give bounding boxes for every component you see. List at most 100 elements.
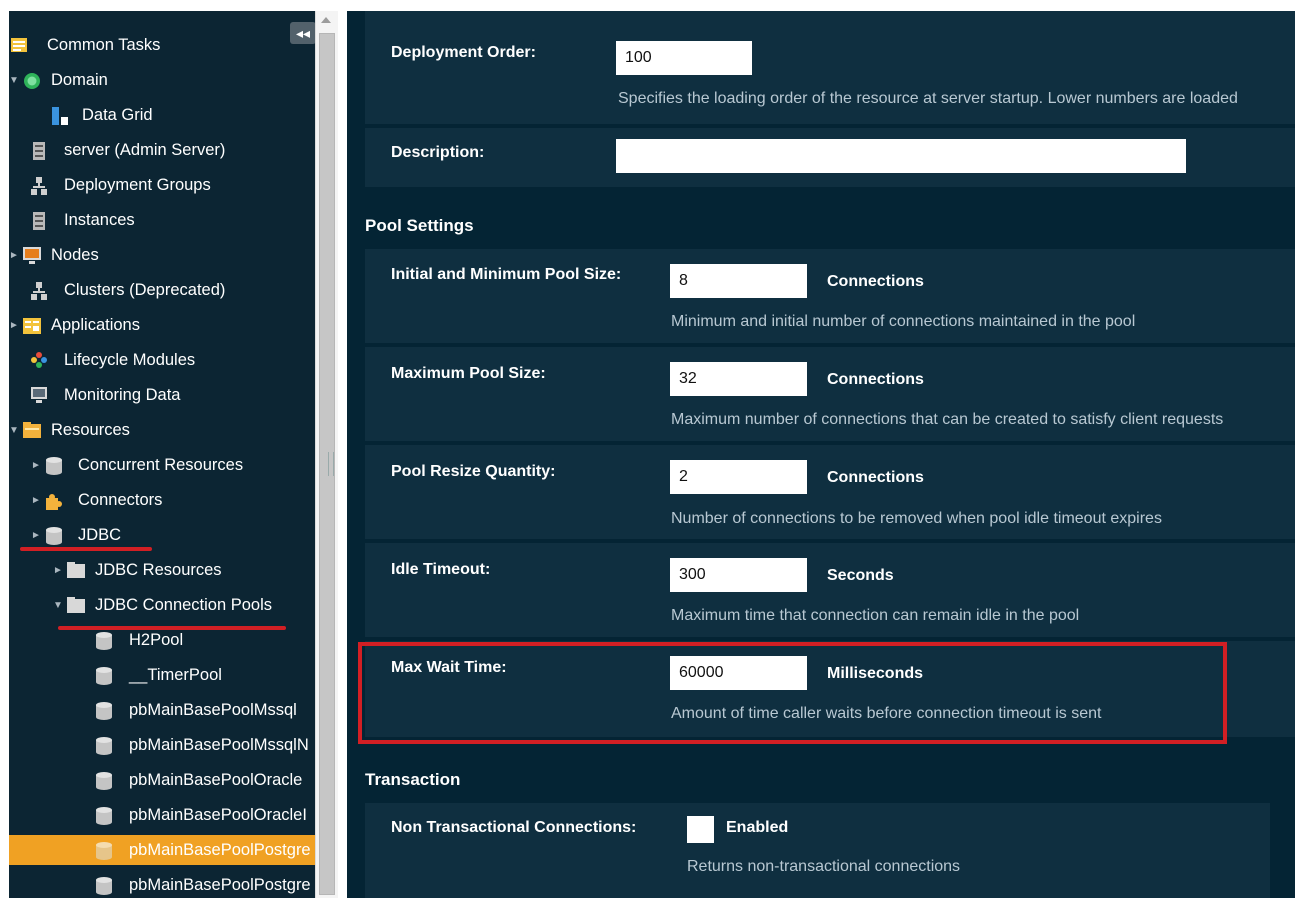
tree-item-jdbc-connection-pools[interactable]: ▼ JDBC Connection Pools: [9, 590, 315, 620]
tree-item-pool-postgres-2[interactable]: pbMainBasePoolPostgre: [9, 870, 315, 898]
cluster-icon: [31, 282, 47, 300]
database-icon: [46, 527, 62, 545]
initial-pool-size-unit: Connections: [827, 273, 924, 290]
idle-timeout-label: Idle Timeout:: [391, 561, 491, 578]
deployment-order-row: Deployment Order: Specifies the loading …: [365, 11, 1295, 124]
tree-item-label: Resources: [51, 421, 130, 439]
applications-icon: [23, 317, 41, 334]
description-label: Description:: [391, 144, 485, 161]
initial-pool-size-help: Minimum and initial number of connection…: [671, 313, 1136, 330]
max-pool-size-label: Maximum Pool Size:: [391, 365, 546, 382]
idle-timeout-input[interactable]: [670, 558, 807, 592]
tree-item-label: JDBC Resources: [95, 561, 222, 579]
tree-item-connectors[interactable]: ► Connectors: [9, 485, 315, 515]
description-row: Description:: [365, 128, 1295, 187]
tree-item-label: Nodes: [51, 246, 99, 264]
idle-timeout-row: Idle Timeout: Seconds Maximum time that …: [365, 543, 1295, 637]
tree-item-concurrent-resources[interactable]: ► Concurrent Resources: [9, 450, 315, 480]
pool-resize-row: Pool Resize Quantity: Connections Number…: [365, 445, 1295, 539]
tree-item-monitoring-data[interactable]: Monitoring Data: [9, 380, 315, 410]
tree-item-jdbc-resources[interactable]: ► JDBC Resources: [9, 555, 315, 585]
collapsed-arrow-icon[interactable]: ►: [31, 530, 41, 541]
tree-item-label: pbMainBasePoolOracleI: [129, 806, 307, 824]
non-transactional-help: Returns non-transactional connections: [687, 858, 961, 875]
tree-item-pool-oracle-2[interactable]: pbMainBasePoolOracleI: [9, 800, 315, 830]
non-transactional-row: Non Transactional Connections: Enabled R…: [365, 803, 1270, 898]
collapsed-arrow-icon[interactable]: ►: [9, 320, 19, 331]
deployment-order-input[interactable]: [616, 41, 752, 75]
tree-item-label: Concurrent Resources: [78, 456, 244, 474]
max-pool-size-input[interactable]: [670, 362, 807, 396]
collapsed-arrow-icon[interactable]: ►: [53, 565, 63, 576]
lifecycle-icon: [31, 352, 47, 368]
cluster-icon: [31, 177, 47, 195]
tree-item-common-tasks[interactable]: Common Tasks: [9, 30, 315, 60]
tasks-icon: [11, 37, 27, 53]
pool-resize-input[interactable]: [670, 460, 807, 494]
database-icon: [96, 807, 112, 825]
tree-item-resources[interactable]: ▼ Resources: [9, 415, 315, 445]
tree-item-label: Connectors: [78, 491, 163, 509]
tree-item-label: Clusters (Deprecated): [64, 281, 226, 299]
scroll-up-arrow-icon[interactable]: [321, 17, 331, 23]
annotation-underline-connection-pools: [58, 626, 286, 630]
collapsed-arrow-icon[interactable]: ►: [9, 250, 19, 261]
description-input[interactable]: [616, 139, 1186, 173]
deployment-order-label: Deployment Order:: [391, 44, 536, 61]
collapsed-arrow-icon[interactable]: ►: [31, 460, 41, 471]
tree-item-label: JDBC Connection Pools: [95, 596, 273, 614]
transaction-heading: Transaction: [365, 770, 461, 789]
max-pool-size-row: Maximum Pool Size: Connections Maximum n…: [365, 347, 1295, 441]
tree-item-clusters[interactable]: Clusters (Deprecated): [9, 275, 315, 305]
max-pool-size-unit: Connections: [827, 371, 924, 388]
database-icon: [96, 667, 112, 685]
idle-timeout-help: Maximum time that connection can remain …: [671, 607, 1080, 624]
tree-item-label: pbMainBasePoolMssql: [129, 701, 297, 719]
monitor-icon: [23, 247, 41, 264]
sidebar-scrollbar[interactable]: [315, 11, 338, 898]
tree-item-pool-mssql[interactable]: pbMainBasePoolMssql: [9, 695, 315, 725]
tree-item-label: pbMainBasePoolOracle: [129, 771, 303, 789]
initial-pool-size-input[interactable]: [670, 264, 807, 298]
tree-item-label: JDBC: [78, 526, 122, 544]
expanded-arrow-icon[interactable]: ▼: [9, 425, 19, 436]
database-icon: [96, 842, 112, 860]
properties-form: Deployment Order: Specifies the loading …: [347, 11, 1295, 898]
tree-item-label: __TimerPool: [129, 666, 222, 684]
resize-handle[interactable]: [328, 452, 334, 476]
pool-settings-heading: Pool Settings: [365, 216, 474, 235]
non-transactional-enabled-label: Enabled: [726, 819, 789, 836]
navigation-tree: Common Tasks ▼ Domain Data Grid server (…: [9, 11, 315, 898]
non-transactional-label: Non Transactional Connections:: [391, 819, 637, 836]
annotation-highlight-max-wait-time: [358, 642, 1227, 744]
expanded-arrow-icon[interactable]: ▼: [9, 75, 19, 86]
tree-item-deployment-groups[interactable]: Deployment Groups: [9, 170, 315, 200]
tree-item-label: Instances: [64, 211, 135, 229]
tree-item-jdbc[interactable]: ► JDBC: [9, 520, 315, 550]
tree-item-pool-oracle[interactable]: pbMainBasePoolOracle: [9, 765, 315, 795]
tree-item-label: server (Admin Server): [64, 141, 226, 159]
tree-item-domain[interactable]: ▼ Domain: [9, 65, 315, 95]
tree-item-pool-mssqln[interactable]: pbMainBasePoolMssqlN: [9, 730, 315, 760]
initial-pool-size-row: Initial and Minimum Pool Size: Connectio…: [365, 249, 1295, 343]
tree-item-server-admin[interactable]: server (Admin Server): [9, 135, 315, 165]
database-icon: [46, 457, 62, 475]
max-pool-size-help: Maximum number of connections that can b…: [671, 411, 1224, 428]
tree-item-applications[interactable]: ► Applications: [9, 310, 315, 340]
initial-pool-size-label: Initial and Minimum Pool Size:: [391, 266, 622, 283]
tree-item-data-grid[interactable]: Data Grid: [9, 100, 315, 130]
expanded-arrow-icon[interactable]: ▼: [53, 600, 63, 611]
tree-item-timerpool[interactable]: __TimerPool: [9, 660, 315, 690]
collapse-sidebar-button[interactable]: ◂◂: [290, 22, 316, 44]
tree-item-pool-postgres-selected[interactable]: pbMainBasePoolPostgre: [9, 835, 315, 865]
tree-item-instances[interactable]: Instances: [9, 205, 315, 235]
pool-resize-help: Number of connections to be removed when…: [671, 510, 1162, 527]
database-icon: [96, 702, 112, 720]
server-icon: [33, 142, 49, 160]
tree-item-nodes[interactable]: ► Nodes: [9, 240, 315, 270]
folder-icon: [23, 422, 41, 438]
tree-item-label: pbMainBasePoolPostgre: [129, 876, 311, 894]
collapsed-arrow-icon[interactable]: ►: [31, 495, 41, 506]
non-transactional-checkbox[interactable]: [687, 816, 714, 843]
tree-item-lifecycle-modules[interactable]: Lifecycle Modules: [9, 345, 315, 375]
